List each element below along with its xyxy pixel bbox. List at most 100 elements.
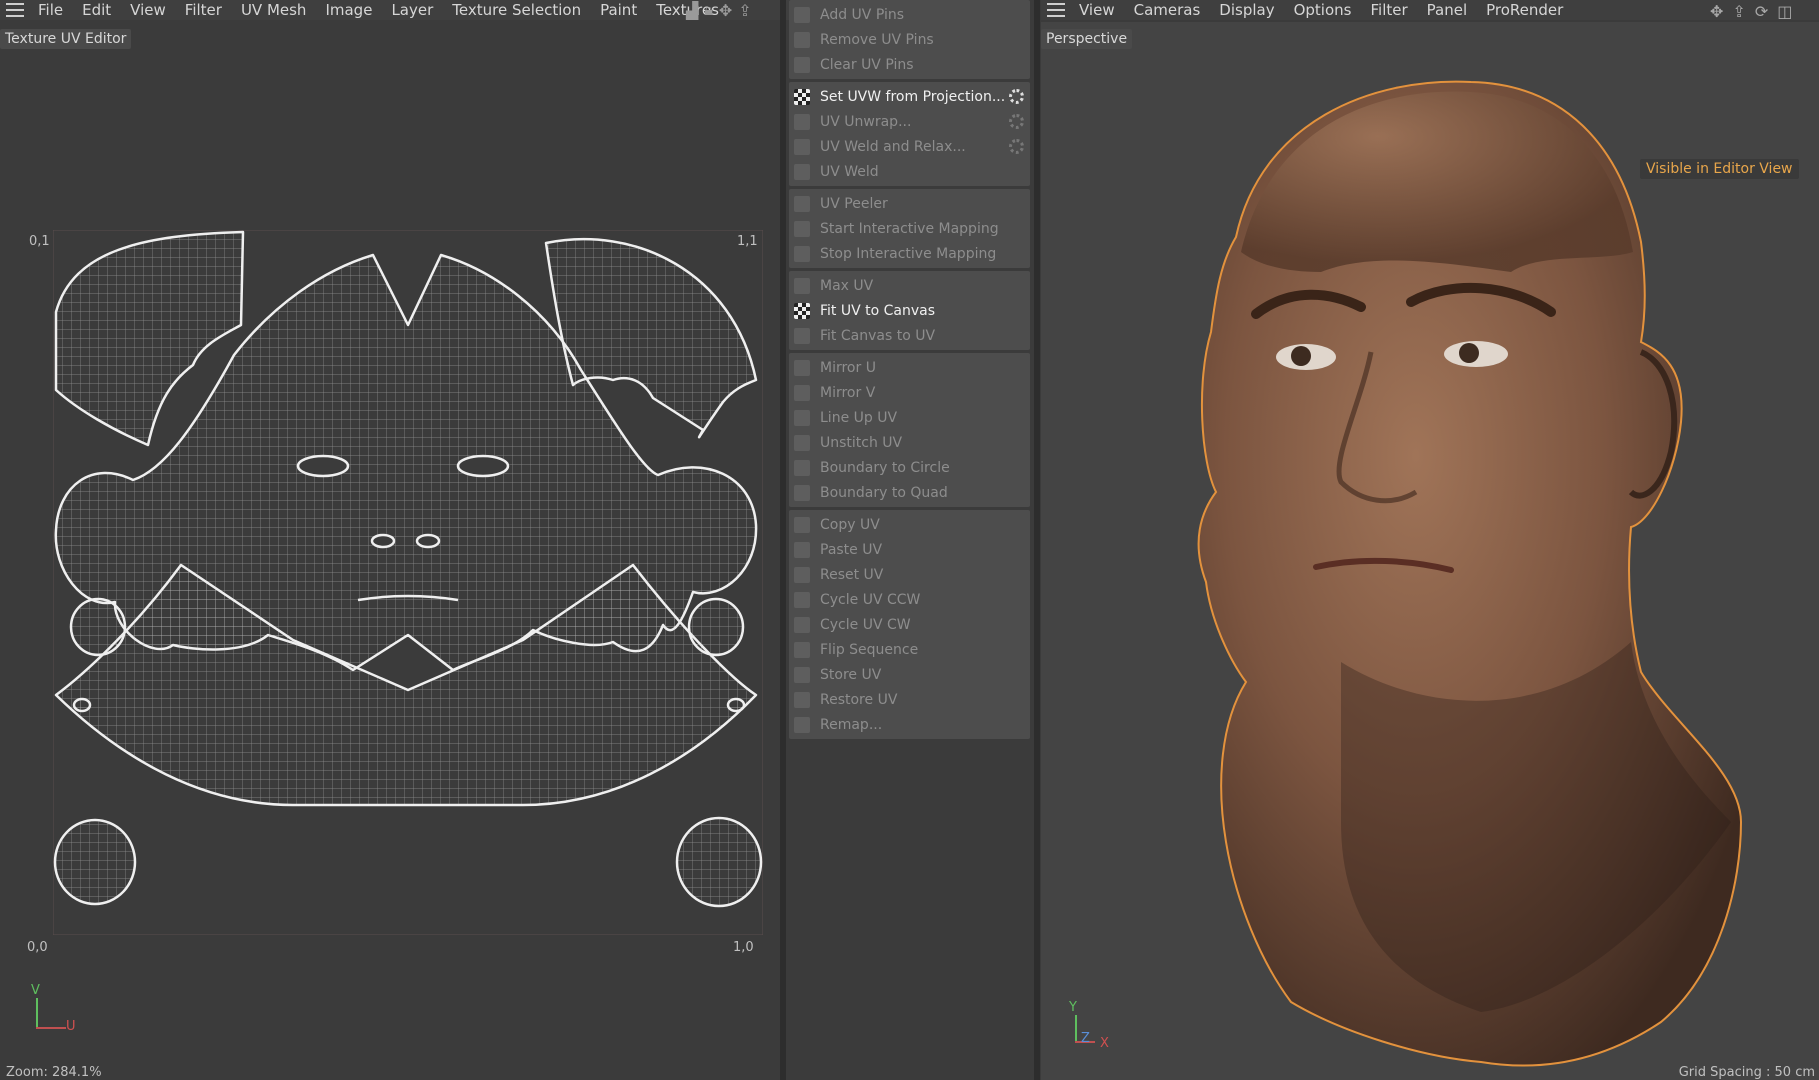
command-label: Start Interactive Mapping [820,220,999,237]
settings-gear-icon[interactable] [1009,139,1024,154]
uv-canvas[interactable] [53,230,763,935]
viewport-menu-view[interactable]: View [1079,1,1115,19]
panel-divider-left[interactable] [780,0,786,1080]
histogram-icon[interactable]: ▟ [686,1,698,20]
uv-island-small-left[interactable] [72,697,92,713]
perspective-viewport[interactable] [1041,22,1819,1080]
pan-arrow-icon[interactable]: ⇪ [738,1,751,20]
command-boundary-to-quad[interactable]: Boundary to Quad [789,480,1030,505]
command-line-up-uv[interactable]: Line Up UV [789,405,1030,430]
viewport-menu-cameras[interactable]: Cameras [1134,1,1201,19]
menu-filter[interactable]: Filter [185,1,222,19]
uv-island-eyeball-left[interactable] [69,597,127,657]
command-store-uv[interactable]: Store UV [789,662,1030,687]
menu-layer[interactable]: Layer [391,1,433,19]
viewport-axis-z-label: Z [1081,1031,1090,1046]
menu-uv-mesh[interactable]: UV Mesh [241,1,307,19]
command-uv-peeler[interactable]: UV Peeler [789,191,1030,216]
command-stop-interactive-mapping[interactable]: Stop Interactive Mapping [789,241,1030,266]
command-flip-sequence[interactable]: Flip Sequence [789,637,1030,662]
command-paste-uv[interactable]: Paste UV [789,537,1030,562]
layout-icon[interactable]: ◫ [1777,2,1792,21]
uv-island-eyeball-right[interactable] [687,597,745,657]
boundary-to-quad-icon [794,484,810,501]
command-uv-weld-and-relax[interactable]: UV Weld and Relax... [789,134,1030,159]
menu-paint[interactable]: Paint [600,1,637,19]
pan-arrow-icon[interactable]: ⇪ [1732,2,1745,21]
command-boundary-to-circle[interactable]: Boundary to Circle [789,455,1030,480]
uv-axis-v-label: V [31,983,40,998]
panel-divider-right[interactable] [1034,0,1040,1080]
command-group: Add UV Pins Remove UV Pins Clear UV Pins [789,0,1030,79]
command-label: Clear UV Pins [820,56,914,73]
viewport-hamburger-icon[interactable] [1047,3,1065,17]
uv-axis-u-label: U [66,1019,76,1034]
viewport-nav-icons: ✥ ⇪ ⟳ ◫ [1710,2,1792,21]
command-clear-uv-pins[interactable]: Clear UV Pins [789,52,1030,77]
command-remove-uv-pins[interactable]: Remove UV Pins [789,27,1030,52]
command-label: Mirror V [820,384,876,401]
menu-file[interactable]: File [38,1,63,19]
command-set-uvw-from-projection[interactable]: Set UVW from Projection... [789,84,1030,109]
command-max-uv[interactable]: Max UV [789,273,1030,298]
command-restore-uv[interactable]: Restore UV [789,687,1030,712]
command-cycle-uv-ccw[interactable]: Cycle UV CCW [789,587,1030,612]
settings-gear-icon[interactable] [1009,114,1024,129]
lock-icon[interactable]: 🔒︎ [704,0,713,20]
command-uv-weld[interactable]: UV Weld [789,159,1030,184]
command-label: Boundary to Quad [820,484,948,501]
command-fit-canvas-to-uv[interactable]: Fit Canvas to UV [789,323,1030,348]
rotate-icon[interactable]: ⟳ [1755,2,1768,21]
viewport-menu-panel[interactable]: Panel [1427,1,1467,19]
uv-island-small-right[interactable] [726,697,746,713]
command-fit-uv-to-canvas[interactable]: Fit UV to Canvas [789,298,1030,323]
command-label: Paste UV [820,541,883,558]
command-mirror-u[interactable]: Mirror U [789,355,1030,380]
reset-uv-icon [794,566,810,583]
uv-peeler-icon [794,195,810,212]
move-icon[interactable]: ✥ [719,1,732,20]
hamburger-menu-icon[interactable] [6,3,24,17]
viewport-menu-options[interactable]: Options [1294,1,1352,19]
uv-unwrap-icon [794,113,810,130]
menu-view[interactable]: View [130,1,166,19]
command-label: Store UV [820,666,882,683]
viewport-menu-prorender[interactable]: ProRender [1486,1,1563,19]
settings-gear-icon[interactable] [1009,89,1024,104]
command-start-interactive-mapping[interactable]: Start Interactive Mapping [789,216,1030,241]
stop-interactive-mapping-icon [794,245,810,262]
command-label: Fit UV to Canvas [820,302,936,319]
uv-island-ear-right[interactable] [675,816,763,908]
command-uv-unwrap[interactable]: UV Unwrap... [789,109,1030,134]
uv-label-bottom-right: 1,0 [733,940,754,955]
viewport-menu-display[interactable]: Display [1219,1,1274,19]
boundary-to-circle-icon [794,459,810,476]
command-group: Mirror U Mirror V Line Up UV Unstitch UV Bou… [789,353,1030,507]
command-remap[interactable]: Remap... [789,712,1030,737]
uv-island-ear-left[interactable] [53,818,137,906]
max-uv-icon [794,277,810,294]
move-icon[interactable]: ✥ [1710,2,1723,21]
menu-edit[interactable]: Edit [82,1,111,19]
command-unstitch-uv[interactable]: Unstitch UV [789,430,1030,455]
command-label: Remove UV Pins [820,31,934,48]
uv-label-bottom-left: 0,0 [27,940,48,955]
uv-eye-hole-left [296,454,350,478]
store-uv-icon [794,666,810,683]
menu-image[interactable]: Image [325,1,372,19]
start-interactive-mapping-icon [794,220,810,237]
viewport-menu-filter[interactable]: Filter [1370,1,1407,19]
uv-label-top-left: 0,1 [29,234,50,249]
menu-texture-selection[interactable]: Texture Selection [452,1,581,19]
command-add-uv-pins[interactable]: Add UV Pins [789,2,1030,27]
restore-uv-icon [794,691,810,708]
command-label: Fit Canvas to UV [820,327,936,344]
viewport-menubar: View Cameras Display Options Filter Panel ProR… [1041,0,1819,20]
command-reset-uv[interactable]: Reset UV [789,562,1030,587]
command-mirror-v[interactable]: Mirror V [789,380,1030,405]
command-cycle-uv-cw[interactable]: Cycle UV CW [789,612,1030,637]
command-label: Restore UV [820,691,898,708]
command-group: Max UV Fit UV to Canvas Fit Canvas to UV [789,271,1030,350]
command-copy-uv[interactable]: Copy UV [789,512,1030,537]
command-label: Line Up UV [820,409,898,426]
